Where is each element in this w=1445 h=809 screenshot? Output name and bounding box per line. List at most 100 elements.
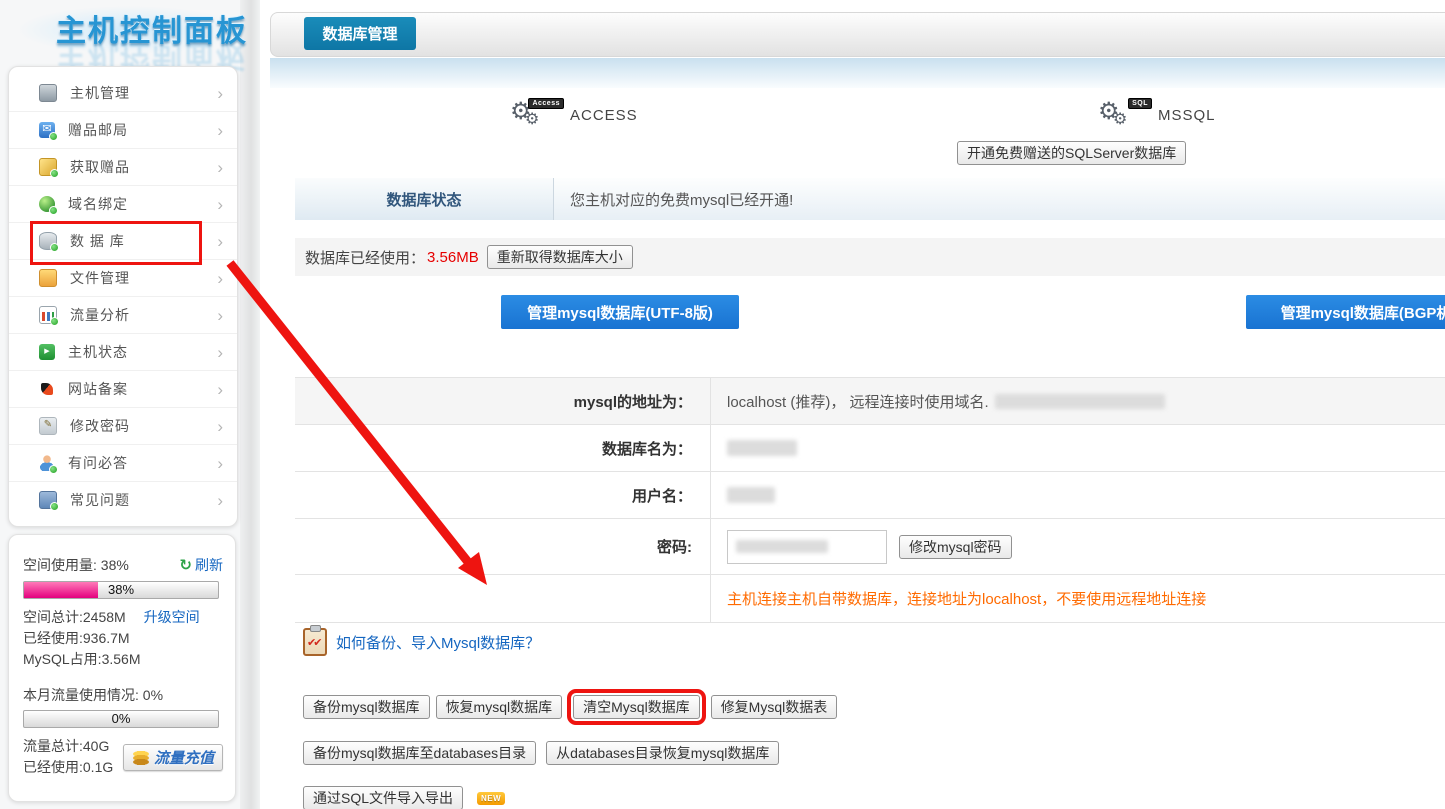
play-icon [39,344,55,360]
chevron-right-icon [217,233,223,250]
change-mysql-password-button[interactable]: 修改mysql密码 [899,535,1012,559]
backup-help-link[interactable]: 如何备份、导入Mysql数据库？ [336,632,540,653]
chevron-right-icon [217,307,223,324]
sidebar-item-label: 有问必答 [68,453,217,473]
traffic-usage-label: 本月流量使用情况: 0% [23,685,223,706]
gift-icon [39,158,57,176]
sidebar-item-label: 主机状态 [68,342,217,362]
db-status-header: 数据库状态 [295,178,554,220]
mysql-actions-row-2: 备份mysql数据库至databases目录 从databases目录恢复mys… [303,741,779,765]
sql-file-import-export-button[interactable]: 通过SQL文件导入导出 [303,786,463,809]
app-logo: 主机控制面板 [56,6,248,50]
globe-icon [39,196,55,212]
db-usage-row: 数据库已经使用： 3.56MB 重新取得数据库大小 [295,238,1445,276]
access-gears-icon: ⚙⚙ Access [510,98,558,132]
table-row: 数据库名为： [295,425,1445,472]
record-icon [39,381,55,397]
backup-help-row: 如何备份、导入Mysql数据库？ [303,628,540,656]
mysql-password-input[interactable] [727,530,887,564]
refresh-link[interactable]: 刷新 [195,555,223,575]
sidebar-item-faq[interactable]: 常见问题 [9,481,237,518]
backup-to-databases-dir-button[interactable]: 备份mysql数据库至databases目录 [303,741,536,765]
mysql-info-table: mysql的地址为： localhost (推荐)， 远程连接时使用域名. 数据… [295,377,1445,623]
mysql-used-label: MySQL占用:3.56M [23,649,223,670]
access-db-group: ⚙⚙ Access ACCESS [510,98,638,132]
sidebar-item-label: 主机管理 [70,83,217,103]
chart-icon [39,306,57,324]
mysql-actions-row-1: 备份mysql数据库 恢复mysql数据库 清空Mysql数据库 修复Mysql… [303,695,837,719]
chevron-right-icon [217,196,223,213]
traffic-progress-label: 0% [24,711,218,727]
backup-mysql-button[interactable]: 备份mysql数据库 [303,695,430,719]
chevron-right-icon [217,418,223,435]
localhost-warning-note: 主机连接主机自带数据库，连接地址为localhost，不要使用远程地址连接 [727,588,1206,609]
sidebar-menu: 主机管理 赠品邮局 获取赠品 域名绑定 数 据 库 文件管理 [8,66,238,527]
refresh-icon [179,556,192,574]
table-row: 主机连接主机自带数据库，连接地址为localhost，不要使用远程地址连接 [295,575,1445,623]
username-label: 用户名： [295,472,710,518]
db-usage-value: 3.56MB [427,249,479,266]
censored-db-name [727,440,797,456]
column-divider [240,0,260,809]
person-icon [39,455,55,471]
manage-mysql-utf8-button[interactable]: 管理mysql数据库(UTF-8版) [501,295,739,329]
sidebar-item-qa[interactable]: 有问必答 [9,444,237,481]
censored-username [727,487,775,503]
db-status-message: 您主机对应的免费mysql已经开通! [570,178,793,220]
chevron-right-icon [217,159,223,176]
sidebar-item-host-manage[interactable]: 主机管理 [9,75,237,111]
sidebar-item-domain-bind[interactable]: 域名绑定 [9,185,237,222]
sidebar-item-label: 赠品邮局 [68,120,217,140]
sidebar-item-label: 数 据 库 [70,231,217,251]
table-row: 密码: 修改mysql密码 [295,519,1445,575]
main-content: 数据库管理 ⚙⚙ Access ACCESS ⚙⚙ SQL MSSQL 开通免费… [260,0,1445,809]
sidebar-item-traffic-analysis[interactable]: 流量分析 [9,296,237,333]
mail-icon [39,122,55,138]
chevron-right-icon [217,492,223,509]
space-progress-bar: 38% [23,581,219,599]
clipboard-icon [303,628,327,656]
sql-badge: SQL [1128,98,1152,109]
square-icon [39,491,57,509]
sidebar-item-website-record[interactable]: 网站备案 [9,370,237,407]
sidebar-item-database[interactable]: 数 据 库 [9,222,237,259]
space-usage-label: 空间使用量: 38% [23,555,129,575]
sidebar-item-host-status[interactable]: 主机状态 [9,333,237,370]
censored-password [736,540,828,553]
chevron-right-icon [217,455,223,472]
sidebar-item-label: 流量分析 [70,305,217,325]
traffic-progress-bar: 0% [23,710,219,728]
space-total-label: 空间总计:2458M [23,609,126,625]
chevron-right-icon [217,381,223,398]
table-row: mysql的地址为： localhost (推荐)， 远程连接时使用域名. [295,378,1445,425]
manage-mysql-bgp-button[interactable]: 管理mysql数据库(BGP机 [1246,295,1445,329]
mysql-address-value: localhost (推荐)， 远程连接时使用域名. [727,391,989,412]
traffic-total-label: 流量总计:40G [23,736,113,757]
tab-database-management[interactable]: 数据库管理 [304,17,416,50]
censored-domain [995,394,1165,409]
sidebar-item-file-manage[interactable]: 文件管理 [9,259,237,296]
open-sqlserver-button[interactable]: 开通免费赠送的SQLServer数据库 [957,141,1186,165]
db-status-row: 数据库状态 您主机对应的免费mysql已经开通! [295,178,1445,220]
chevron-right-icon [217,122,223,139]
traffic-recharge-button[interactable]: 流量充值 [123,744,223,771]
restore-from-databases-dir-button[interactable]: 从databases目录恢复mysql数据库 [546,741,779,765]
sidebar-item-label: 域名绑定 [68,194,217,214]
restore-mysql-button[interactable]: 恢复mysql数据库 [436,695,563,719]
refresh-db-size-button[interactable]: 重新取得数据库大小 [487,245,633,269]
mssql-gears-icon: ⚙⚙ SQL [1098,98,1146,132]
chevron-right-icon [217,85,223,102]
sidebar-item-mail[interactable]: 赠品邮局 [9,111,237,148]
access-badge: Access [528,98,564,109]
empty-mysql-button[interactable]: 清空Mysql数据库 [573,695,700,719]
mssql-label: MSSQL [1158,107,1216,124]
sidebar-item-change-password[interactable]: 修改密码 [9,407,237,444]
upgrade-space-link[interactable]: 升级空间 [144,609,200,625]
sidebar-item-label: 常见问题 [70,490,217,510]
server-icon [39,84,57,102]
host-control-panel-page: 主机控制面板 主机控制面板 主机管理 赠品邮局 获取赠品 域名绑定 数 据 库 [0,0,1445,809]
sidebar-item-gift[interactable]: 获取赠品 [9,148,237,185]
repair-mysql-tables-button[interactable]: 修复Mysql数据表 [711,695,838,719]
usage-stats-panel: 空间使用量: 38% 刷新 38% 空间总计:2458M 升级空间 已经使用:9… [8,534,236,802]
database-icon [39,232,57,250]
